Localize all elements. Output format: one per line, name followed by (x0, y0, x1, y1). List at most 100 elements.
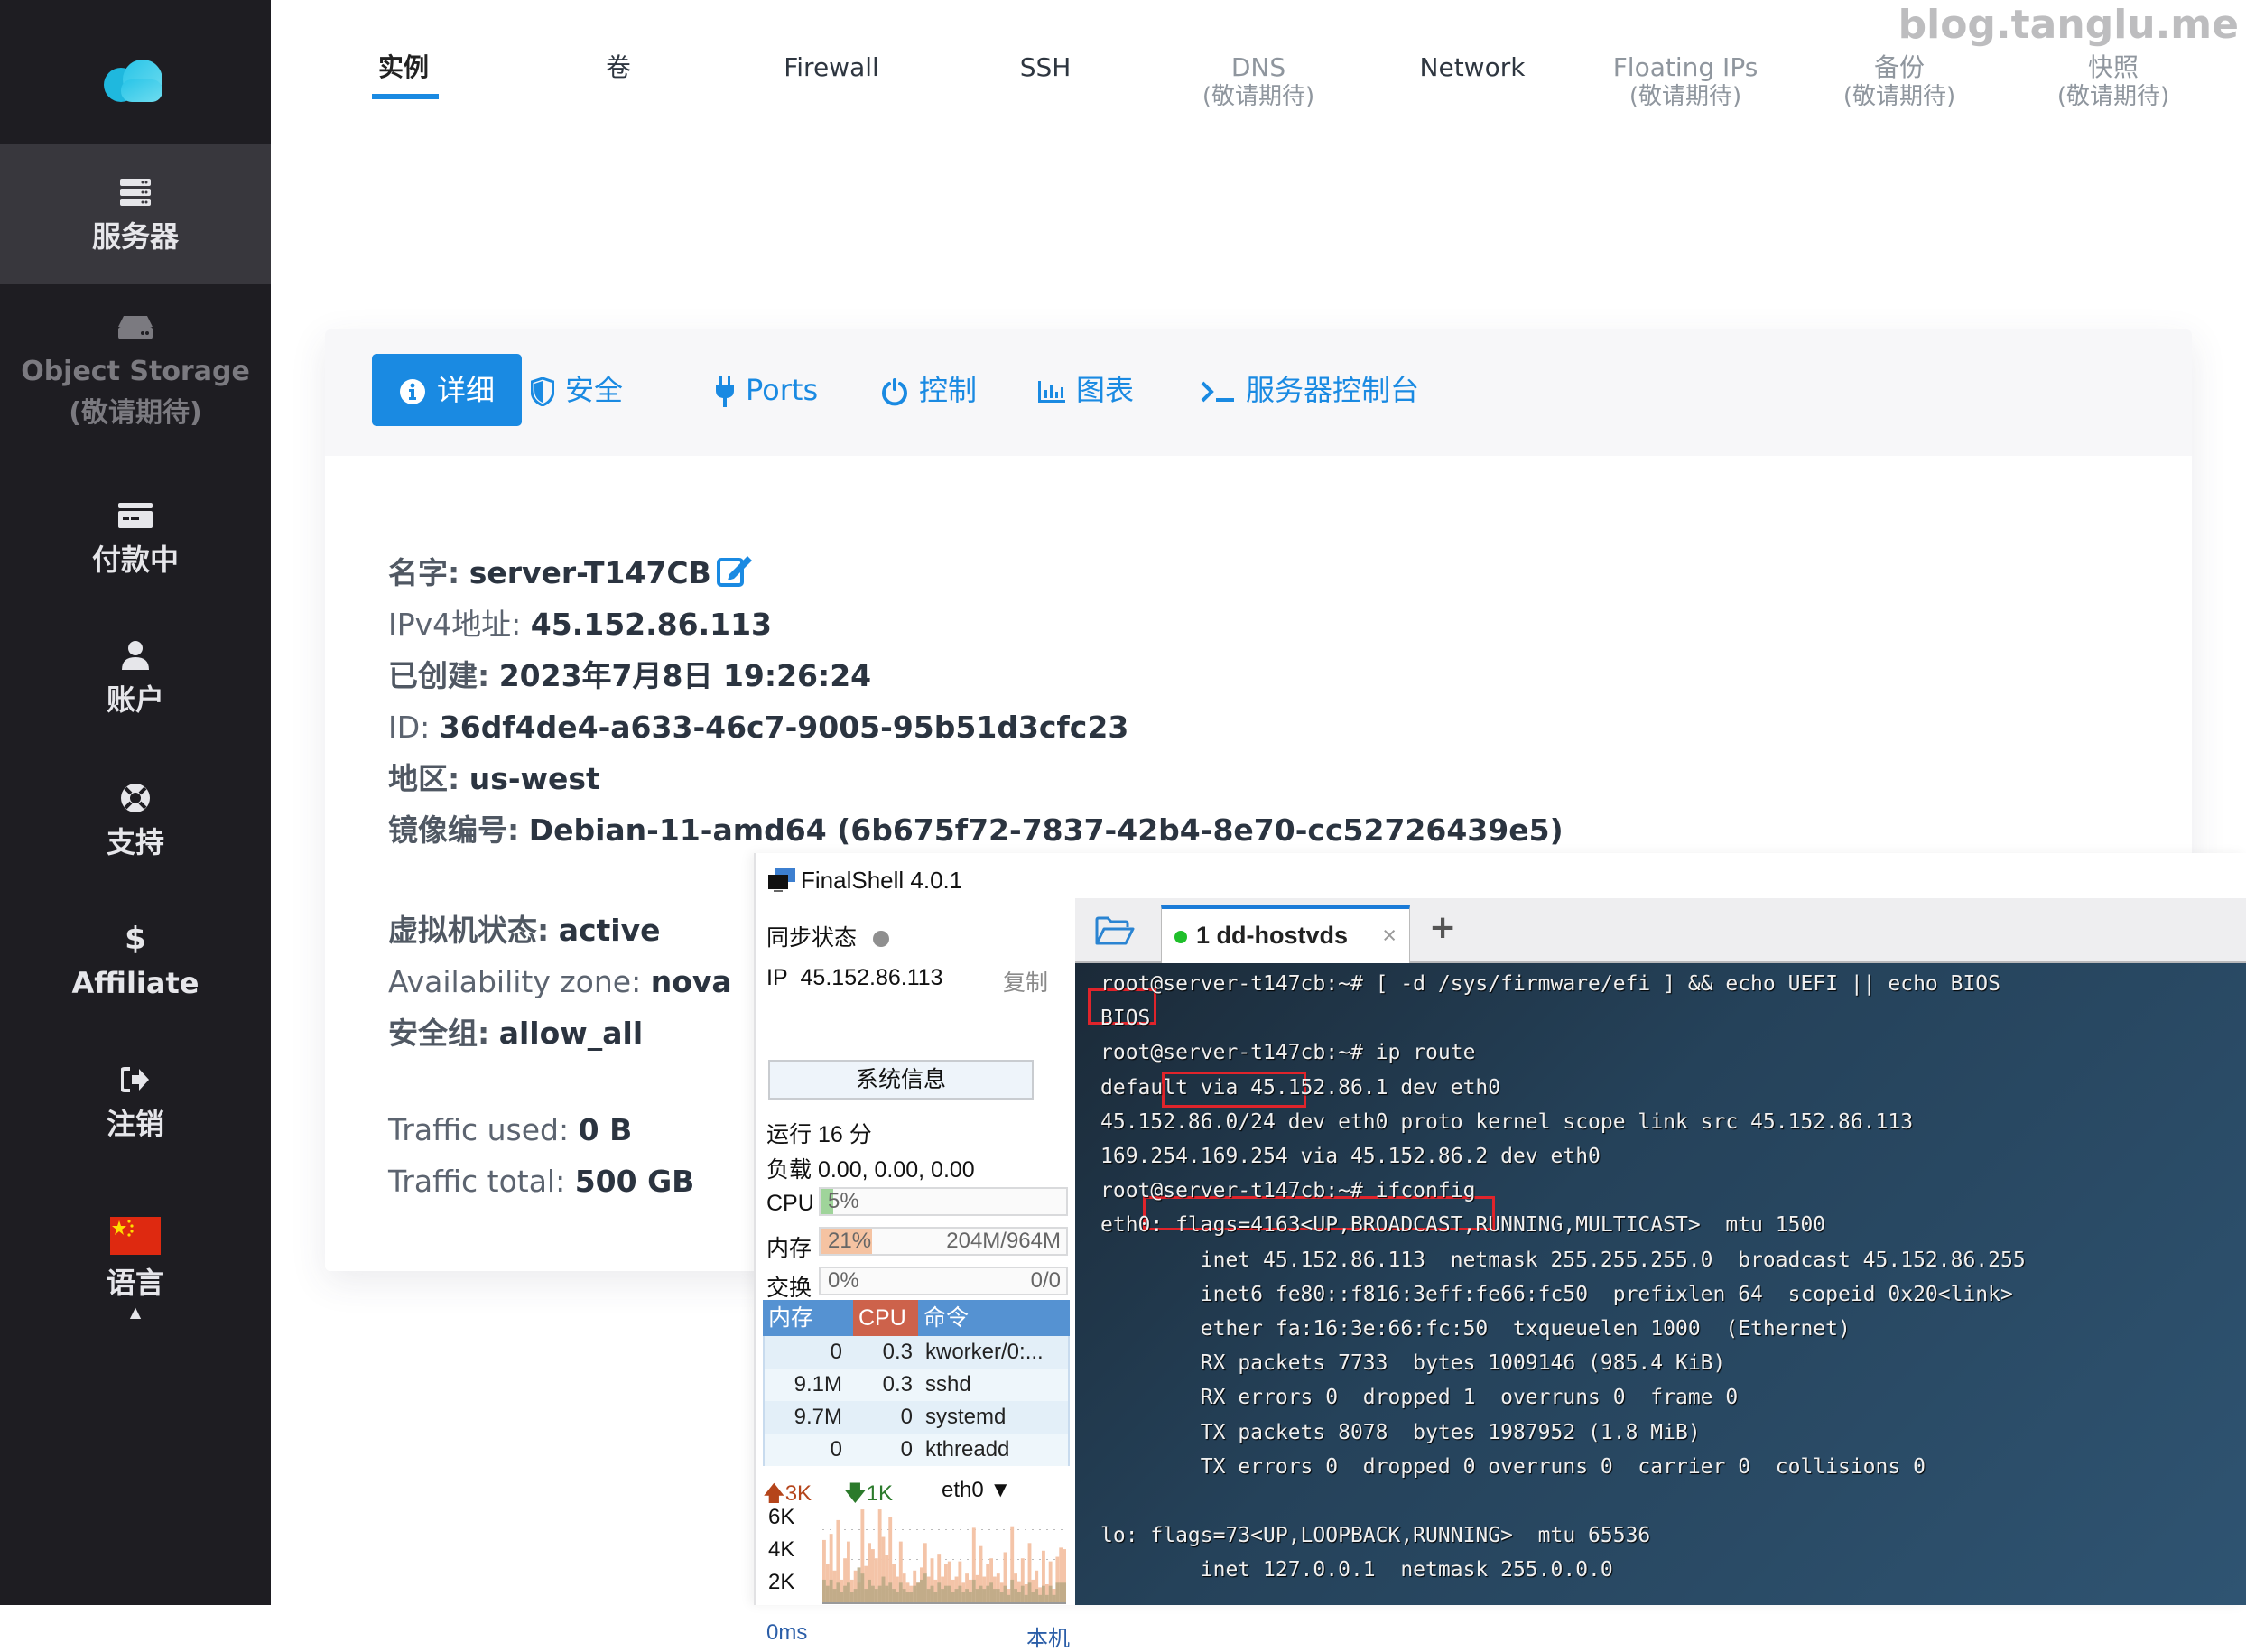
download-bar (913, 1585, 917, 1604)
tab-backups[interactable]: 备份 (敬请期待) (1800, 52, 1999, 110)
detail-availability-zone: Availability zone: nova (388, 962, 732, 1002)
tab-label: Firewall (784, 52, 879, 82)
column-header-cpu[interactable]: CPU (853, 1300, 918, 1336)
coming-soon-label: (敬请期待) (1629, 83, 1742, 110)
download-bar (1035, 1589, 1039, 1604)
image-id: Debian-11-amd64 (6b675f72-7837-42b4-8e70… (528, 812, 1564, 848)
download-value: 1K (866, 1481, 894, 1506)
finalshell-window: FinalShell 4.0.1 同步状态 IP 45.152.86.113 复制… (754, 853, 2246, 1651)
download-bar (926, 1589, 931, 1604)
security-group: allow_all (498, 1016, 644, 1051)
sidebar-item-logout[interactable]: 注销 (0, 1063, 271, 1145)
tab-firewall[interactable]: Firewall (732, 52, 931, 83)
credit-card-icon (118, 503, 153, 528)
memory-meter: 21% 204M/964M (819, 1227, 1068, 1256)
tab-security[interactable]: 安全 (531, 354, 623, 426)
power-icon (882, 378, 907, 406)
download-bar (871, 1585, 875, 1604)
sidebar: 服务器 Object Storage (敬请期待) 付款中 账户 支持 $ Af… (0, 0, 271, 1605)
y-axis-label: 6K (768, 1505, 795, 1529)
connected-status-dot (1174, 930, 1187, 943)
process-mem: 0 (830, 1437, 842, 1462)
edit-icon[interactable] (716, 554, 753, 587)
tab-volumes[interactable]: 卷 (519, 52, 718, 83)
sidebar-item-support[interactable]: 支持 (0, 782, 271, 863)
tab-charts[interactable]: 图表 (1038, 354, 1134, 426)
tab-control[interactable]: 控制 (881, 354, 977, 426)
sidebar-item-label: Affiliate (71, 966, 200, 1000)
process-table-header: 内存 CPU 命令 (763, 1300, 1070, 1336)
terminal-tab-bar: 1 dd-hostvds × + (1075, 898, 2246, 963)
process-row[interactable]: 9.7M 0 systemd (763, 1401, 1070, 1434)
download-bar (853, 1589, 858, 1604)
sync-status-dot (873, 931, 890, 948)
copy-ip-button[interactable]: 复制 (1003, 965, 1048, 998)
add-tab-button[interactable]: + (1429, 909, 1456, 946)
china-flag-icon (110, 1217, 161, 1255)
cpu-percent: 5% (828, 1189, 859, 1213)
close-tab-icon[interactable]: × (1382, 909, 1397, 961)
process-row[interactable]: 0 0.3 kworker/0:... (763, 1336, 1070, 1369)
system-info-button[interactable]: 系统信息 (768, 1060, 1034, 1100)
traffic-total: 500 GB (574, 1164, 695, 1199)
tab-instances[interactable]: 实例 (304, 52, 503, 83)
download-bar (989, 1582, 993, 1604)
download-bar (877, 1585, 882, 1604)
process-command: kworker/0:... (925, 1340, 1044, 1364)
tab-label: 安全 (565, 373, 624, 407)
sidebar-item-affiliate[interactable]: $ Affiliate (0, 923, 271, 1004)
sidebar-item-label: Object Storage (21, 356, 250, 387)
interface-select[interactable]: eth0 ▼ (942, 1478, 1011, 1503)
download-bar (944, 1585, 948, 1604)
tab-label: 服务器控制台 (1246, 373, 1420, 407)
tab-ports[interactable]: Ports (715, 354, 818, 426)
cloud-logo-icon[interactable] (101, 60, 170, 103)
tab-snapshots[interactable]: 快照 (敬请期待) (2014, 52, 2213, 110)
coming-soon-label: (敬请期待) (2056, 83, 2170, 110)
folder-open-icon[interactable] (1095, 916, 1135, 947)
sidebar-item-account[interactable]: 账户 (0, 639, 271, 720)
download-bar (982, 1589, 987, 1604)
column-header-memory[interactable]: 内存 (768, 1300, 813, 1336)
sidebar-item-billing[interactable]: 付款中 (0, 499, 271, 580)
terminal-output[interactable]: root@server-t147cb:~# [ -d /sys/firmware… (1075, 963, 2246, 1605)
tab-console[interactable]: 服务器控制台 (1201, 354, 1419, 426)
process-row[interactable]: 0 0 kthreadd (763, 1434, 1070, 1466)
tab-details[interactable]: 详细 (372, 354, 523, 426)
interface-value: eth0 (942, 1478, 984, 1502)
terminal-pane: 1 dd-hostvds × + root@server-t147cb:~# [ … (1075, 898, 2246, 1605)
local-label: 本机 (1026, 1627, 1070, 1651)
tab-dns[interactable]: DNS (敬请期待) (1159, 52, 1358, 110)
download-bar (857, 1567, 861, 1604)
server-name: server-T147CB (469, 555, 711, 590)
tab-label: 图表 (1076, 373, 1135, 407)
process-row[interactable]: 9.1M 0.3 sshd (763, 1369, 1070, 1401)
process-table: 内存 CPU 命令 0 0.3 kworker/0:... 9.1M 0.3 sshd … (763, 1300, 1070, 1466)
terminal-tab[interactable]: 1 dd-hostvds × (1161, 905, 1410, 963)
column-header-command[interactable]: 命令 (923, 1300, 969, 1336)
tab-floating-ips[interactable]: Floating IPs (敬请期待) (1586, 52, 1785, 110)
tab-network[interactable]: Network (1373, 52, 1572, 83)
uptime: 运行 16 分 (766, 1122, 872, 1147)
terminal-line: RX packets 7733 bytes 1009146 (985.4 KiB… (1100, 1351, 1726, 1376)
tab-label: 控制 (919, 373, 978, 407)
sync-status: 同步状态 (766, 920, 890, 952)
arrow-down-icon: 🡇 (844, 1481, 867, 1506)
memory-percent: 21% (828, 1229, 872, 1253)
terminal-line: lo: flags=73<UP,LOOPBACK,RUNNING> mtu 65… (1100, 1524, 1651, 1548)
tab-ssh[interactable]: SSH (946, 52, 1145, 83)
download-bar (864, 1589, 868, 1604)
tab-label: 备份 (1873, 52, 1925, 82)
detail-vm-state: 虚拟机状态: active (388, 911, 661, 951)
sidebar-item-servers[interactable]: 服务器 (0, 144, 271, 284)
download-bar (840, 1592, 844, 1604)
life-ring-icon (121, 784, 150, 812)
download-bar (930, 1585, 934, 1604)
terminal-line: ether fa:16:3e:66:fc:50 txqueuelen 1000 … (1100, 1317, 1851, 1341)
tab-label: 实例 (377, 52, 429, 82)
hdd-icon (118, 316, 153, 339)
download-bar (825, 1585, 830, 1604)
sidebar-item-language[interactable]: 语言 ▲ (0, 1217, 271, 1322)
ipv4-address: 45.152.86.113 (530, 607, 773, 642)
sidebar-item-object-storage[interactable]: Object Storage (敬请期待) (0, 311, 271, 434)
